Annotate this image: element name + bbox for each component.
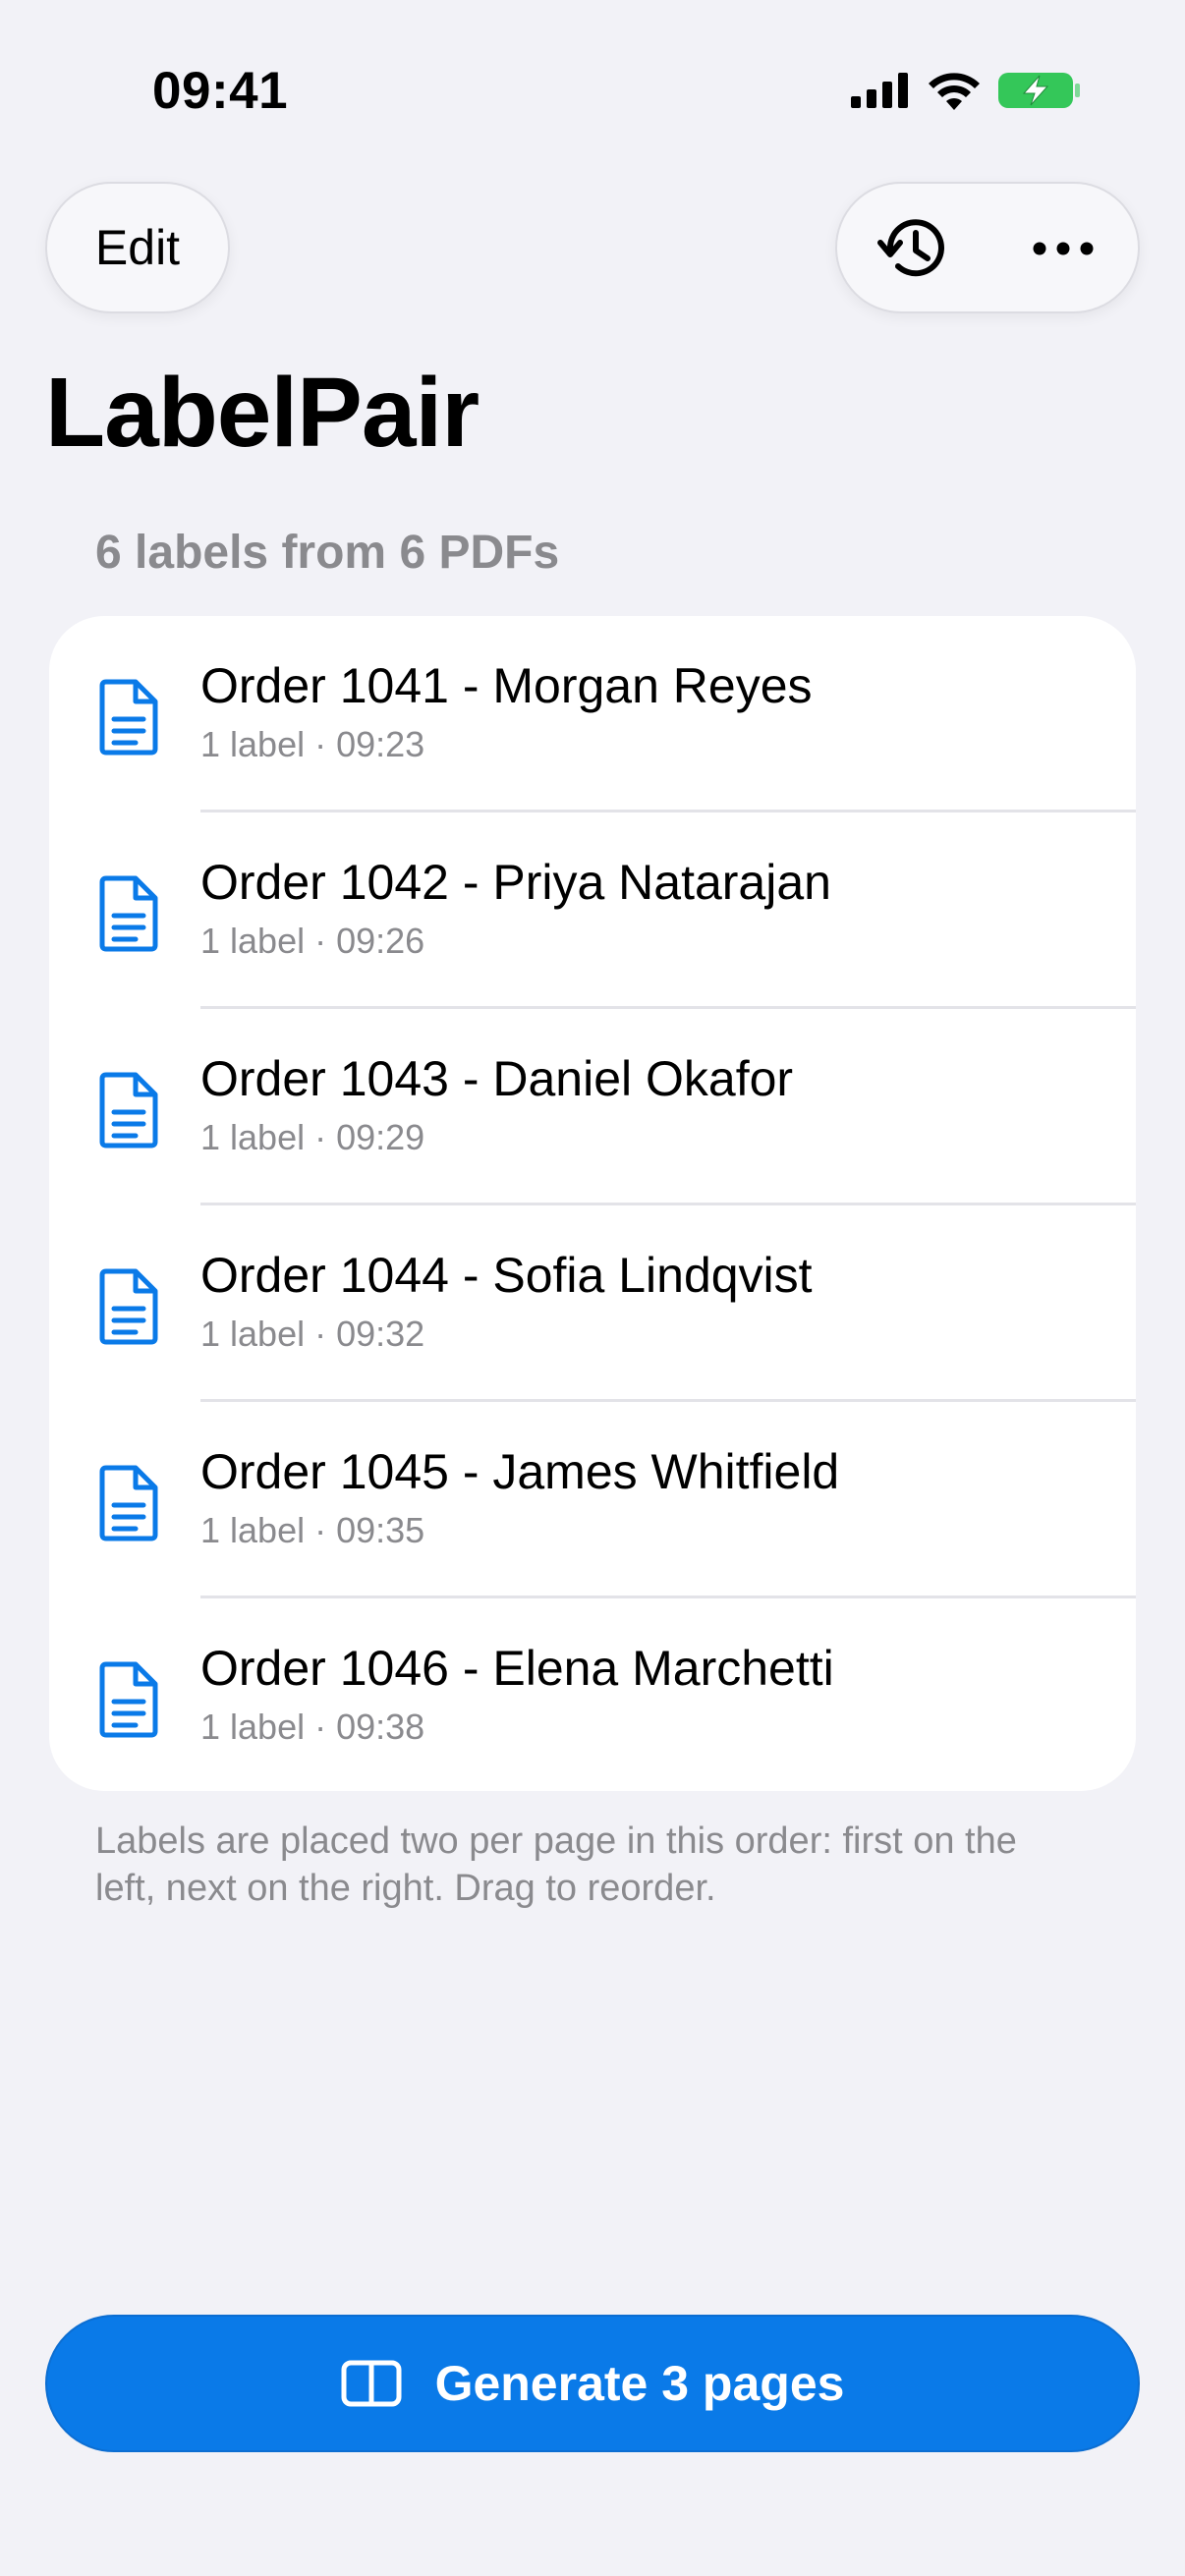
two-page-layout-icon: [341, 2360, 402, 2407]
list-item-subtitle: 1 label · 09:35: [200, 1510, 425, 1550]
section-header: 6 labels from 6 PDFs: [95, 527, 560, 579]
list-item[interactable]: Order 1043 - Daniel Okafor 1 label · 09:…: [49, 1009, 1136, 1205]
page-title: LabelPair: [45, 358, 480, 468]
list-item-subtitle: 1 label · 09:32: [200, 1314, 425, 1354]
list-item-subtitle: 1 label · 09:23: [200, 724, 425, 764]
document-icon: [99, 1465, 158, 1541]
document-icon: [99, 679, 158, 756]
status-icons: [851, 71, 1081, 110]
history-button[interactable]: [865, 199, 963, 298]
history-clock-icon: [877, 219, 944, 277]
list-item[interactable]: Order 1041 - Morgan Reyes 1 label · 09:2…: [49, 616, 1136, 812]
list-item-title: Order 1043 - Daniel Okafor: [200, 1051, 794, 1106]
list-item-title: Order 1045 - James Whitfield: [200, 1444, 840, 1499]
generate-button[interactable]: Generate 3 pages: [45, 2315, 1140, 2452]
document-icon: [99, 875, 158, 952]
document-icon: [99, 1268, 158, 1345]
document-icon: [99, 1072, 158, 1148]
list-item-title: Order 1046 - Elena Marchetti: [200, 1641, 834, 1696]
list-item-subtitle: 1 label · 09:29: [200, 1117, 425, 1157]
status-bar: 09:41: [0, 0, 1185, 187]
battery-charging-icon: [998, 73, 1080, 108]
list-item[interactable]: Order 1045 - James Whitfield 1 label · 0…: [49, 1402, 1136, 1598]
more-button[interactable]: [1014, 199, 1112, 298]
generate-button-label: Generate 3 pages: [434, 2356, 845, 2411]
status-time: 09:41: [152, 62, 289, 120]
ellipsis-icon: [1033, 242, 1094, 255]
list-item[interactable]: Order 1046 - Elena Marchetti 1 label · 0…: [49, 1598, 1136, 1791]
document-icon: [99, 1661, 158, 1738]
toolbar-pill: [835, 182, 1140, 313]
footer-note: Labels are placed two per page in this o…: [95, 1820, 1017, 1909]
edit-button[interactable]: Edit: [45, 182, 230, 313]
list-item-title: Order 1041 - Morgan Reyes: [200, 658, 813, 713]
labels-list: Order 1041 - Morgan Reyes 1 label · 09:2…: [49, 616, 1136, 1791]
list-item[interactable]: Order 1042 - Priya Natarajan 1 label · 0…: [49, 812, 1136, 1009]
wifi-icon: [929, 73, 980, 110]
list-item-title: Order 1044 - Sofia Lindqvist: [200, 1248, 813, 1303]
edit-button-label: Edit: [94, 220, 181, 275]
cellular-signal-icon: [851, 73, 908, 108]
list-item-title: Order 1042 - Priya Natarajan: [200, 855, 831, 910]
list-item[interactable]: Order 1044 - Sofia Lindqvist 1 label · 0…: [49, 1205, 1136, 1402]
list-item-subtitle: 1 label · 09:38: [200, 1707, 425, 1747]
list-item-subtitle: 1 label · 09:26: [200, 921, 425, 961]
